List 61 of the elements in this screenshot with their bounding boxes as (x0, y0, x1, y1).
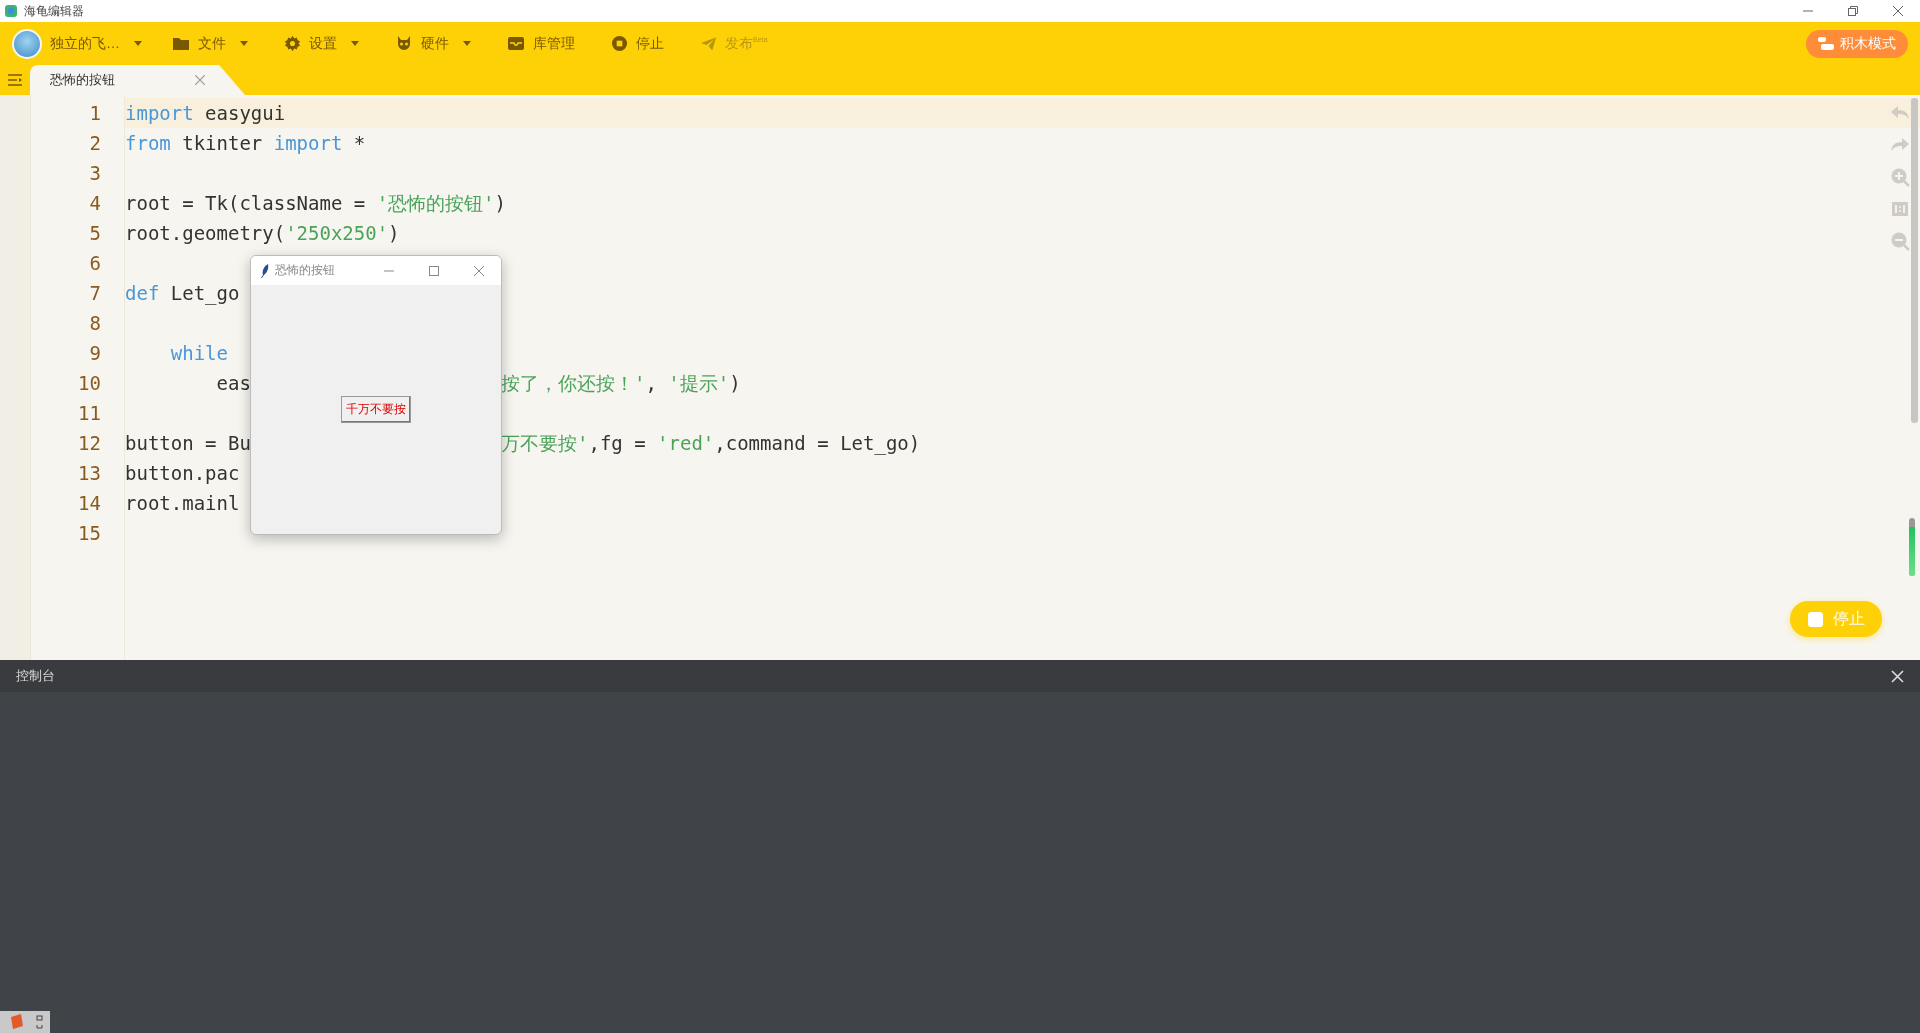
avatar-icon (12, 28, 42, 59)
line-number: 10 (77, 371, 102, 396)
tk-window-title: 恐怖的按钮 (275, 262, 335, 279)
maximize-icon (428, 265, 439, 276)
code-text: root.mainl (125, 491, 240, 516)
code-text: root = Tk(className = '恐怖的按钮') (125, 191, 506, 216)
code-text: button = Bu (125, 431, 251, 456)
caret-icon (351, 41, 359, 46)
file-tab[interactable]: 恐怖的按钮 (30, 65, 245, 95)
caret-icon (463, 41, 471, 46)
line-number: 13 (77, 461, 102, 486)
toolbar-button[interactable]: 停止 (611, 34, 664, 53)
scrollbar[interactable] (1911, 98, 1918, 423)
toolbar-button[interactable]: 设置 (284, 34, 359, 53)
tk-button[interactable]: 千万不要按 (341, 396, 411, 423)
line-number: 8 (88, 311, 102, 336)
ime-toolbar-icon[interactable] (0, 1011, 50, 1033)
caret-icon (240, 41, 248, 46)
line-number: 5 (88, 221, 102, 246)
zoom-out-icon[interactable] (1890, 231, 1910, 251)
line-number: 4 (88, 191, 102, 216)
code-text: def Let_go (125, 281, 240, 307)
inbox-icon (507, 36, 525, 51)
console-title: 控制台 (16, 667, 55, 685)
code-text: 万不要按',fg = 'red',command = Let_go) (501, 431, 921, 457)
toolbar-button[interactable]: 库管理 (507, 34, 575, 53)
close-icon (473, 265, 484, 276)
feather-icon (261, 263, 269, 278)
line-number: 12 (77, 431, 102, 456)
code-text: button.pac (125, 461, 240, 486)
code-text: root.geometry('250x250') (125, 221, 400, 246)
actual-size-icon[interactable] (1890, 199, 1910, 219)
line-number: 3 (88, 161, 102, 186)
stop-icon (611, 35, 628, 52)
line-number: 11 (77, 401, 102, 426)
code-text: import easygui (125, 101, 286, 126)
close-icon (1892, 6, 1903, 16)
app-logo-icon (4, 4, 18, 18)
line-number: 7 (88, 281, 102, 306)
line-number: 15 (77, 521, 102, 546)
code-text: while (169, 341, 228, 366)
code-text: 按了，你还按！', '提示') (501, 371, 741, 396)
restore-icon (1847, 6, 1858, 16)
window-title: 海龟编辑器 (24, 2, 84, 20)
blocks-icon (1818, 37, 1834, 50)
line-number: 2 (88, 131, 102, 156)
caret-icon (134, 41, 142, 46)
code-text: from tkinter import * (125, 131, 366, 156)
toolbar-button[interactable]: 硬件 (395, 34, 471, 53)
code-text: eas (215, 371, 251, 396)
run-meter (1909, 518, 1915, 576)
toolbar-button[interactable]: 文件 (172, 34, 248, 53)
line-number: 9 (88, 341, 102, 366)
line-number: 14 (77, 491, 102, 516)
folder-icon (172, 36, 190, 51)
user-menu[interactable]: 独立的飞… (12, 28, 142, 59)
line-number: 1 (88, 101, 102, 126)
line-number: 6 (88, 251, 102, 276)
zoom-in-icon[interactable] (1890, 167, 1910, 187)
paper-plane-icon (700, 35, 717, 52)
gear-icon (284, 35, 301, 52)
